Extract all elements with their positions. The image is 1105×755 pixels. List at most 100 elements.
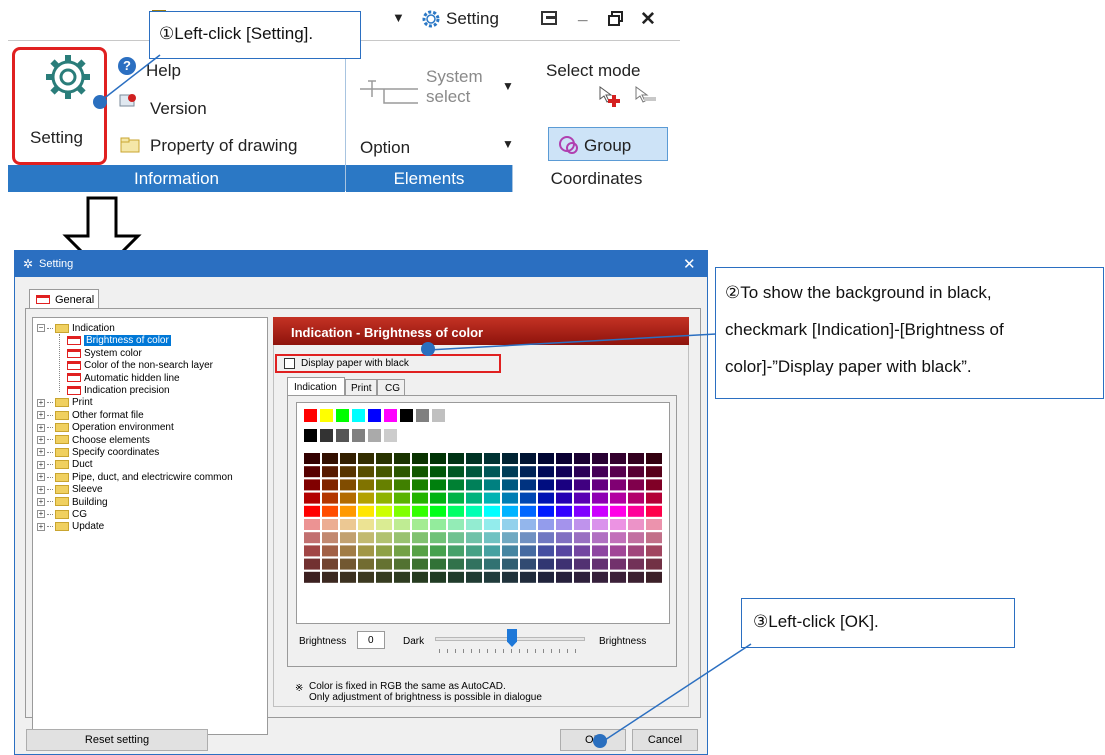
color-swatch[interactable] [610, 519, 626, 530]
color-swatch[interactable] [610, 545, 626, 557]
color-swatch[interactable] [394, 558, 410, 570]
color-swatch[interactable] [592, 492, 608, 504]
color-swatch[interactable] [352, 409, 365, 422]
color-swatch[interactable] [358, 453, 374, 464]
color-swatch[interactable] [520, 466, 536, 478]
color-swatch[interactable] [628, 519, 644, 530]
color-swatch[interactable] [358, 545, 374, 557]
color-palette-swatches[interactable] [297, 403, 671, 625]
color-swatch[interactable] [520, 532, 536, 544]
color-swatch[interactable] [574, 479, 590, 491]
system-select-label-1[interactable]: System [426, 67, 483, 87]
color-palette[interactable] [296, 402, 670, 624]
color-swatch[interactable] [376, 453, 392, 464]
color-swatch[interactable] [646, 453, 662, 464]
tree-item[interactable]: + Specify coordinates [37, 447, 159, 459]
color-swatch[interactable] [538, 519, 554, 530]
color-swatch[interactable] [520, 492, 536, 504]
color-swatch[interactable] [592, 532, 608, 544]
color-swatch[interactable] [448, 492, 464, 504]
tree-item[interactable]: + Operation environment [37, 422, 174, 434]
color-swatch[interactable] [412, 571, 428, 583]
color-swatch[interactable] [646, 519, 662, 530]
color-swatch[interactable] [466, 558, 482, 570]
color-swatch[interactable] [484, 558, 500, 570]
color-swatch[interactable] [358, 492, 374, 504]
color-swatch[interactable] [304, 409, 317, 422]
color-swatch[interactable] [322, 519, 338, 530]
expand-icon[interactable]: + [37, 448, 45, 457]
color-swatch[interactable] [430, 545, 446, 557]
expand-icon[interactable]: + [37, 423, 45, 432]
color-swatch[interactable] [484, 505, 500, 517]
color-swatch[interactable] [556, 492, 572, 504]
color-swatch[interactable] [520, 479, 536, 491]
tree-item[interactable]: + Print [37, 397, 93, 409]
tree-item[interactable]: Brightness of color [67, 335, 171, 347]
color-swatch[interactable] [610, 492, 626, 504]
color-swatch[interactable] [520, 558, 536, 570]
tree-item[interactable]: Color of the non-search layer [67, 360, 213, 372]
color-swatch[interactable] [538, 492, 554, 504]
color-swatch[interactable] [412, 532, 428, 544]
color-swatch[interactable] [340, 519, 356, 530]
color-swatch[interactable] [322, 505, 338, 517]
expand-icon[interactable]: + [37, 411, 45, 420]
expand-icon[interactable]: + [37, 460, 45, 469]
dialog-close-icon[interactable]: ✕ [683, 255, 696, 273]
tab-print[interactable]: Print [345, 379, 377, 396]
color-swatch[interactable] [574, 558, 590, 570]
color-swatch[interactable] [646, 466, 662, 478]
expand-icon[interactable]: + [37, 497, 45, 506]
expand-icon[interactable]: + [37, 473, 45, 482]
color-swatch[interactable] [538, 505, 554, 517]
color-swatch[interactable] [556, 519, 572, 530]
group-button-label[interactable]: Group [584, 136, 631, 156]
color-swatch[interactable] [340, 505, 356, 517]
color-swatch[interactable] [430, 532, 446, 544]
expand-icon[interactable]: + [37, 435, 45, 444]
color-swatch[interactable] [592, 466, 608, 478]
color-swatch[interactable] [502, 505, 518, 517]
color-swatch[interactable] [340, 532, 356, 544]
color-swatch[interactable] [484, 519, 500, 530]
color-swatch[interactable] [466, 545, 482, 557]
color-swatch[interactable] [412, 558, 428, 570]
color-swatch[interactable] [448, 558, 464, 570]
tree-item[interactable]: + Choose elements [37, 435, 150, 447]
color-swatch[interactable] [322, 558, 338, 570]
color-swatch[interactable] [376, 519, 392, 530]
maximize-icon[interactable] [608, 11, 624, 27]
color-swatch[interactable] [358, 558, 374, 570]
tree-item[interactable]: Automatic hidden line [67, 373, 180, 385]
color-swatch[interactable] [376, 505, 392, 517]
color-swatch[interactable] [646, 492, 662, 504]
color-swatch[interactable] [304, 492, 320, 504]
color-swatch[interactable] [358, 479, 374, 491]
tree-item[interactable]: + Duct [37, 459, 93, 471]
color-swatch[interactable] [430, 479, 446, 491]
color-swatch[interactable] [358, 571, 374, 583]
color-swatch[interactable] [628, 545, 644, 557]
color-swatch[interactable] [430, 505, 446, 517]
color-swatch[interactable] [484, 492, 500, 504]
color-swatch[interactable] [574, 519, 590, 530]
color-swatch[interactable] [556, 453, 572, 464]
color-swatch[interactable] [538, 453, 554, 464]
color-swatch[interactable] [520, 505, 536, 517]
color-swatch[interactable] [466, 532, 482, 544]
color-swatch[interactable] [304, 479, 320, 491]
tree-item[interactable]: + Sleeve [37, 484, 103, 496]
color-swatch[interactable] [412, 453, 428, 464]
color-swatch[interactable] [520, 571, 536, 583]
color-swatch[interactable] [502, 545, 518, 557]
option-button[interactable]: Option [360, 138, 410, 158]
color-swatch[interactable] [322, 532, 338, 544]
color-swatch[interactable] [646, 571, 662, 583]
color-swatch[interactable] [394, 492, 410, 504]
color-swatch[interactable] [340, 545, 356, 557]
color-swatch[interactable] [466, 492, 482, 504]
color-swatch[interactable] [340, 571, 356, 583]
system-select-label-2[interactable]: select [426, 87, 470, 107]
color-swatch[interactable] [376, 558, 392, 570]
